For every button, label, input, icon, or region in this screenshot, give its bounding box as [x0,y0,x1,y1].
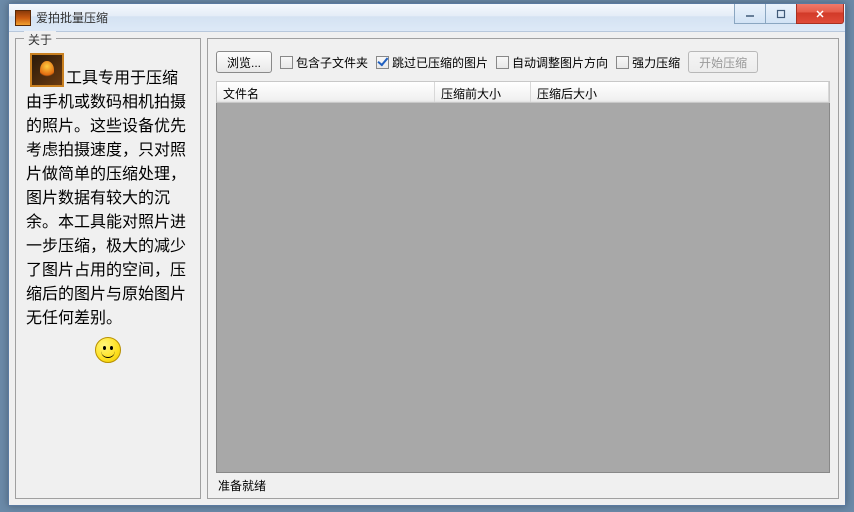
checkbox-icon [616,56,629,69]
checkbox-label: 跳过已压缩的图片 [392,54,488,71]
include-subfolders-checkbox[interactable]: 包含子文件夹 [280,54,368,71]
about-panel: 关于 工具专用于压缩由手机或数码相机拍摄的照片。这些设备优先考虑拍摄速度，只对照… [15,38,201,499]
close-button[interactable] [796,4,844,24]
auto-orient-checkbox[interactable]: 自动调整图片方向 [496,54,608,71]
skip-compressed-checkbox[interactable]: 跳过已压缩的图片 [376,54,488,71]
table-header: 文件名 压缩前大小 压缩后大小 [216,81,830,103]
minimize-button[interactable] [734,4,766,24]
titlebar[interactable]: 爱拍批量压缩 [9,4,845,32]
status-bar: 准备就绪 [216,473,830,494]
toolbar: 浏览... 包含子文件夹 跳过已压缩的图片 自动调整图片方向 强力压缩 [216,47,830,81]
about-panel-title: 关于 [24,31,56,48]
main-panel: 浏览... 包含子文件夹 跳过已压缩的图片 自动调整图片方向 强力压缩 [207,38,839,499]
smiley-icon [95,337,121,363]
column-size-after[interactable]: 压缩后大小 [531,82,829,102]
about-text: 工具专用于压缩由手机或数码相机拍摄的照片。这些设备优先考虑拍摄速度，只对照片做简… [24,67,192,331]
app-window: 爱拍批量压缩 关于 工具专用于压缩由手机或数码相机拍摄的照片。这些设备优先考虑拍… [8,3,846,506]
window-controls [735,4,844,24]
checkbox-label: 自动调整图片方向 [512,54,608,71]
content-area: 关于 工具专用于压缩由手机或数码相机拍摄的照片。这些设备优先考虑拍摄速度，只对照… [9,32,845,505]
start-compress-button[interactable]: 开始压缩 [688,51,758,73]
column-filename[interactable]: 文件名 [217,82,435,102]
about-icon [30,53,64,87]
browse-button[interactable]: 浏览... [216,51,272,73]
checkbox-icon [376,56,389,69]
window-title: 爱拍批量压缩 [36,9,735,26]
checkbox-label: 强力压缩 [632,54,680,71]
checkbox-label: 包含子文件夹 [296,54,368,71]
checkbox-icon [280,56,293,69]
column-size-before[interactable]: 压缩前大小 [435,82,531,102]
strong-compress-checkbox[interactable]: 强力压缩 [616,54,680,71]
table-body[interactable] [216,103,830,473]
maximize-button[interactable] [765,4,797,24]
checkbox-icon [496,56,509,69]
app-icon [15,10,31,26]
